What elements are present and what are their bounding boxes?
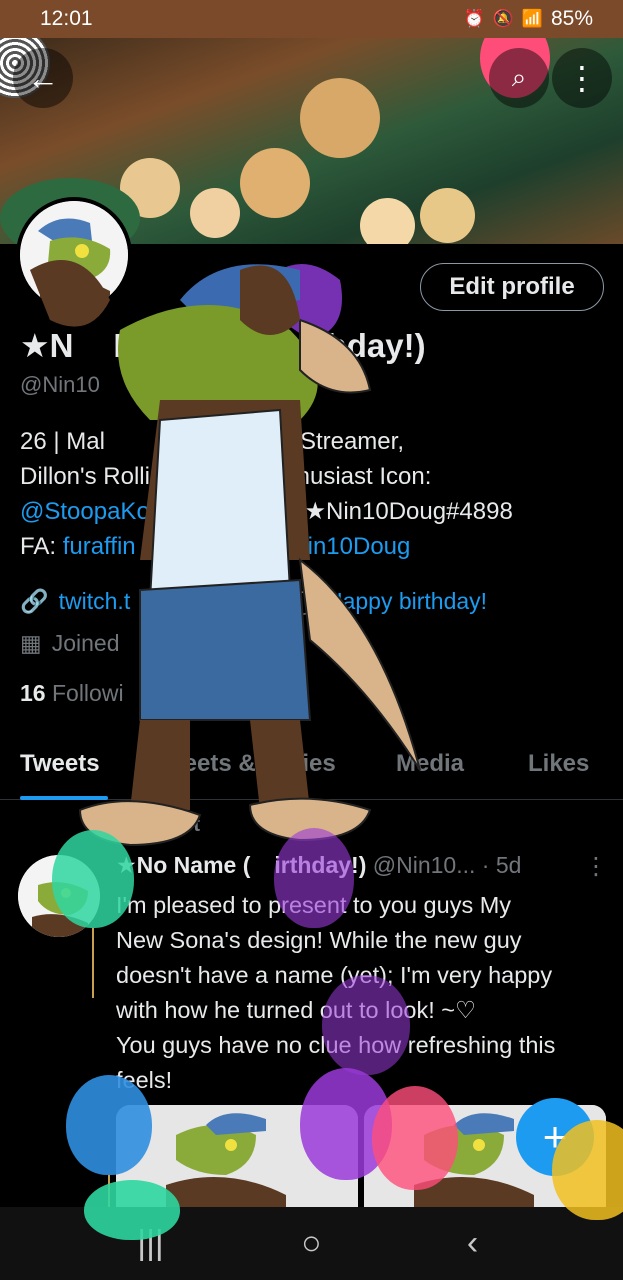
pinned-tweet-label: ed Tweet: [116, 814, 201, 836]
followers-link[interactable]: 83 ers: [186, 680, 290, 706]
tab-replies[interactable]: weets & lies: [165, 750, 336, 778]
calendar-icon: ▦: [20, 630, 42, 656]
alarm-icon: ⏰: [463, 9, 485, 28]
link-icon: 🔗: [20, 588, 49, 614]
tab-replies-label: lies: [295, 750, 336, 777]
balloon-string: [92, 928, 94, 998]
battery-level: 85%: [550, 7, 593, 30]
followers-count: 83: [186, 680, 212, 706]
tweet-author-name[interactable]: ★No Name (: [116, 852, 250, 878]
balloon-decoration: [274, 828, 354, 928]
bio-mention-link[interactable]: @StoopaKo: [20, 498, 150, 525]
balloon-icon: ◯: [290, 588, 316, 614]
balloon-decoration: [66, 1075, 152, 1175]
wifi-icon: 📶: [521, 9, 543, 28]
banner-creature: [300, 78, 380, 158]
following-label: Followi: [51, 680, 124, 706]
tab-tweets[interactable]: Tweets: [20, 750, 100, 778]
bio-text: FA:: [20, 533, 63, 560]
birthday-text: Happy birthday!: [325, 588, 488, 614]
avatar-image: [20, 201, 128, 309]
bio-text: thusiast Icon:: [289, 463, 432, 490]
bio-fa-link[interactable]: furaffin: [63, 533, 136, 560]
display-name-part: thday!): [315, 327, 426, 364]
tweet-more-icon[interactable]: ⋮: [584, 852, 608, 881]
bio-line: @StoopaKo rd: ★Nin10Doug#4898: [20, 494, 600, 529]
profile-meta-row: 🔗 twitch.t ◯ Happy birthday!: [20, 588, 487, 615]
profile-tabs: Tweets weets & lies Media Likes: [0, 742, 623, 800]
balloon-decoration: [372, 1086, 458, 1190]
profile-handle: @Nin10: [20, 372, 100, 397]
tab-likes[interactable]: Likes: [528, 750, 589, 778]
more-button[interactable]: ⋮: [552, 48, 612, 108]
mute-icon: 🔕: [492, 9, 514, 28]
tweet-text-line: I'm pleased to present to you guys My: [116, 892, 512, 918]
tweet-timestamp[interactable]: · 5d: [482, 852, 522, 878]
search-button[interactable]: ⌕: [489, 48, 549, 108]
status-bar: 12:01 ⏰ 🔕 📶 85%: [0, 0, 623, 38]
active-tab-indicator: [20, 796, 108, 800]
banner-creature: [240, 148, 310, 218]
bio-text: 26 | Mal: [20, 428, 105, 455]
profile-bio: 26 | Mal r, Streamer, Dillon's Rolli thusi…: [20, 424, 600, 564]
back-nav-button[interactable]: ‹: [443, 1224, 503, 1263]
display-name-part: ★N: [20, 327, 74, 364]
status-time: 12:01: [40, 7, 93, 30]
following-link[interactable]: 16 Followi: [20, 680, 124, 706]
banner-creature: [360, 198, 415, 244]
followers-label: ers: [258, 680, 291, 706]
bio-line: FA: furaffin r/Nin10Doug: [20, 529, 600, 564]
profile-avatar[interactable]: [16, 197, 132, 313]
tweet-author-handle[interactable]: @Nin10...: [373, 852, 476, 878]
status-icons: ⏰ 🔕 📶 85%: [463, 7, 593, 31]
bio-line: Dillon's Rolli thusiast Icon:: [20, 459, 600, 494]
tweet-text-line: New Sona's design! While the new guy: [116, 927, 522, 953]
bio-text: r, Streamer,: [279, 428, 404, 455]
banner-creature: [190, 188, 240, 238]
back-button[interactable]: ←: [13, 48, 73, 108]
balloon-decoration: [84, 1180, 180, 1240]
follow-stats: 16 Followi 83 ers: [20, 680, 290, 707]
bio-line: 26 | Mal r, Streamer,: [20, 424, 600, 459]
website-link[interactable]: twitch.t: [59, 588, 131, 615]
home-button[interactable]: ○: [282, 1224, 342, 1263]
banner-creature: [420, 188, 475, 243]
tab-media[interactable]: Media: [396, 750, 464, 778]
tab-replies-label: weets &: [165, 750, 256, 777]
search-icon: ⌕: [511, 62, 527, 92]
more-vertical-icon: ⋮: [566, 60, 598, 96]
bio-text: Dillon's Rolli: [20, 463, 150, 490]
arrow-left-icon: ←: [27, 59, 59, 96]
edit-profile-button[interactable]: Edit profile: [420, 263, 604, 311]
bio-text: rd: ★Nin10Doug#4898: [269, 498, 513, 525]
joined-text: Joined: [51, 630, 120, 656]
following-count: 16: [20, 680, 46, 706]
profile-joined-row: ▦ Joined: [20, 630, 120, 657]
bio-fa-link[interactable]: r/Nin10Doug: [276, 533, 411, 560]
balloon-decoration: [322, 975, 410, 1075]
balloon-decoration: [52, 830, 134, 928]
display-name-part: Na: [113, 327, 156, 364]
display-name: ★N Na thday!): [20, 326, 426, 365]
